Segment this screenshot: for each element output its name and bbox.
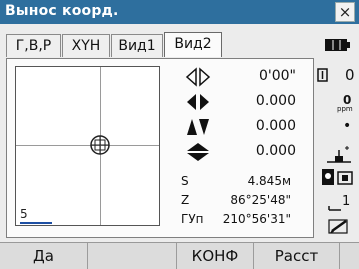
battery-icon (325, 39, 350, 51)
close-button[interactable]: × (335, 2, 355, 22)
tab-view1[interactable]: Вид1 (111, 34, 163, 57)
screen: Вынос коорд. × Г,В,Р XYH Вид1 Вид2 5 0'0… (0, 0, 359, 269)
target-marker-icon (90, 135, 110, 155)
softkey-page[interactable] (339, 243, 359, 269)
measurement-label-z: Z (181, 193, 190, 207)
softkey-bar: Да КОНФ Расст (0, 242, 359, 269)
measurement-value-hah: 210°56'31" (222, 212, 291, 226)
target-mode-icon (322, 169, 353, 185)
softkey-config[interactable]: КОНФ (176, 243, 253, 269)
hollow-diamond-arrows-icon (185, 67, 211, 87)
indicator-value-lr: 0.000 (255, 93, 296, 109)
softkey-distance[interactable]: Расст (253, 243, 339, 269)
indicator-value-height: 0.000 (255, 143, 296, 159)
prism-icon (317, 68, 328, 82)
status-value-top: 0 (345, 66, 355, 84)
tab-hvr[interactable]: Г,В,Р (6, 34, 61, 57)
softkey-yes[interactable]: Да (0, 243, 87, 269)
status-column: 0 0 ppm • 1 (315, 34, 359, 239)
measurement-label-s: S (181, 174, 189, 188)
softkey-empty[interactable] (87, 243, 176, 269)
indicator-value-ud: 0.000 (255, 118, 296, 134)
status-small-mark: 1 (342, 194, 351, 209)
window-title: Вынос коорд. (5, 3, 119, 19)
title-bar: Вынос коорд. × (0, 0, 359, 24)
tab-xyh[interactable]: XYH (62, 34, 110, 57)
measurement-value-z: 86°25'48" (230, 193, 291, 207)
tilt-compensator-icon (327, 146, 351, 163)
stacked-triangles-icon (187, 143, 209, 161)
measurement-value-s: 4.845м (247, 174, 291, 188)
tab-view2[interactable]: Вид2 (164, 32, 222, 57)
view2-panel: 5 0'00" 0.000 0.000 0.000 S 4.845м Z 86°… (6, 58, 314, 238)
left-right-triangles-icon (187, 94, 209, 110)
up-down-triangles-icon (187, 119, 209, 135)
stakeout-plot: 5 (15, 66, 160, 226)
status-dot-icon: • (343, 118, 352, 134)
ppm-unit: ppm (337, 105, 353, 113)
plot-scale-label: 5 (20, 207, 28, 221)
measurement-label-hah: ГУп (181, 212, 204, 226)
plot-scale-bar (20, 222, 52, 224)
indicator-value-angle: 0'00" (258, 68, 296, 84)
edit-pencil-icon (328, 219, 348, 234)
